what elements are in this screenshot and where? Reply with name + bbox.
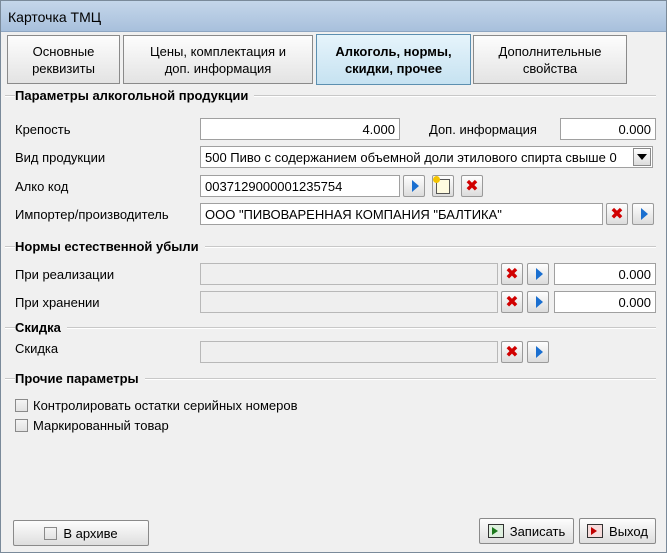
discount-clear-button[interactable]: ✖ [501,341,523,363]
group-divider [5,327,656,329]
sale-loss-label: При реализации [15,267,115,282]
marked-checkbox-row[interactable]: Маркированный товар [15,418,169,433]
exit-button[interactable]: Выход [579,518,656,544]
serial-control-checkbox[interactable] [15,399,28,412]
archive-label: В архиве [63,525,118,541]
loss-group-title: Нормы естественной убыли [15,239,205,254]
red-x-icon: ✖ [610,204,624,223]
alco-code-field[interactable]: 0037129000001235754 [200,175,400,197]
discount-field[interactable] [200,341,498,363]
archive-checkbox[interactable] [44,526,58,540]
discount-group-title: Скидка [15,320,67,335]
storage-loss-label: При хранении [15,295,100,310]
marked-label: Маркированный товар [33,418,169,433]
red-x-icon: ✖ [505,264,519,283]
tab-label: Основные реквизиты [32,43,95,76]
extra-info-field[interactable]: 0.000 [560,118,656,140]
exit-label: Выход [609,523,648,539]
marked-checkbox[interactable] [15,419,28,432]
product-type-select[interactable]: 500 Пиво с содержанием объемной доли эти… [200,146,653,168]
window-title: Карточка ТМЦ [8,9,102,25]
alcohol-group-title: Параметры алкогольной продукции [15,88,255,103]
sale-loss-field[interactable] [200,263,498,285]
tab-alcohol[interactable]: Алкоголь, нормы, скидки, прочее [316,34,471,85]
importer-label: Импортер/производитель [15,207,169,222]
tab-extra-properties[interactable]: Дополнительные свойства [473,35,627,84]
product-type-label: Вид продукции [15,150,106,165]
save-label: Записать [509,523,566,539]
blue-arrow-icon [411,180,419,192]
tab-label: Алкоголь, нормы, скидки, прочее [335,43,452,76]
exit-icon [587,524,604,538]
red-x-icon: ✖ [465,176,479,195]
sale-loss-clear-button[interactable]: ✖ [501,263,523,285]
storage-loss-select-button[interactable] [527,291,549,313]
tab-label: Дополнительные свойства [498,43,602,76]
serial-control-checkbox-row[interactable]: Контролировать остатки серийных номеров [15,398,298,413]
serial-control-label: Контролировать остатки серийных номеров [33,398,298,413]
sale-loss-value[interactable]: 0.000 [554,263,656,285]
card-window: Карточка ТМЦ Основные реквизиты Цены, ко… [0,0,667,553]
extra-info-label: Доп. информация [429,122,537,137]
chevron-down-icon[interactable] [633,148,651,166]
alco-code-new-button[interactable] [432,175,454,197]
storage-loss-value[interactable]: 0.000 [554,291,656,313]
alco-code-select-button[interactable] [403,175,425,197]
alco-code-clear-button[interactable]: ✖ [461,175,483,197]
blue-arrow-icon [535,296,543,308]
blue-arrow-icon [535,268,543,280]
sale-loss-select-button[interactable] [527,263,549,285]
blue-arrow-icon [640,208,648,220]
tab-main-details[interactable]: Основные реквизиты [7,35,120,84]
strength-field[interactable]: 4.000 [200,118,400,140]
discount-select-button[interactable] [527,341,549,363]
title-bar: Карточка ТМЦ [1,1,666,32]
red-x-icon: ✖ [505,292,519,311]
storage-loss-field[interactable] [200,291,498,313]
save-icon [487,524,504,538]
tab-label: Цены, комплектация и доп. информация [150,43,286,76]
save-button[interactable]: Записать [479,518,574,544]
new-document-icon [433,175,450,194]
red-x-icon: ✖ [505,342,519,361]
archive-toggle[interactable]: В архиве [13,520,149,546]
alco-code-label: Алко код [15,179,69,194]
importer-select-button[interactable] [632,203,654,225]
importer-clear-button[interactable]: ✖ [606,203,628,225]
tab-prices[interactable]: Цены, комплектация и доп. информация [123,35,313,84]
tab-page: Параметры алкогольной продукции Крепость… [5,87,662,550]
strength-label: Крепость [15,122,71,137]
other-group-title: Прочие параметры [15,371,145,386]
discount-label: Скидка [15,341,59,356]
blue-arrow-icon [535,346,543,358]
importer-field[interactable]: ООО "ПИВОВАРЕННАЯ КОМПАНИЯ "БАЛТИКА" [200,203,603,225]
storage-loss-clear-button[interactable]: ✖ [501,291,523,313]
